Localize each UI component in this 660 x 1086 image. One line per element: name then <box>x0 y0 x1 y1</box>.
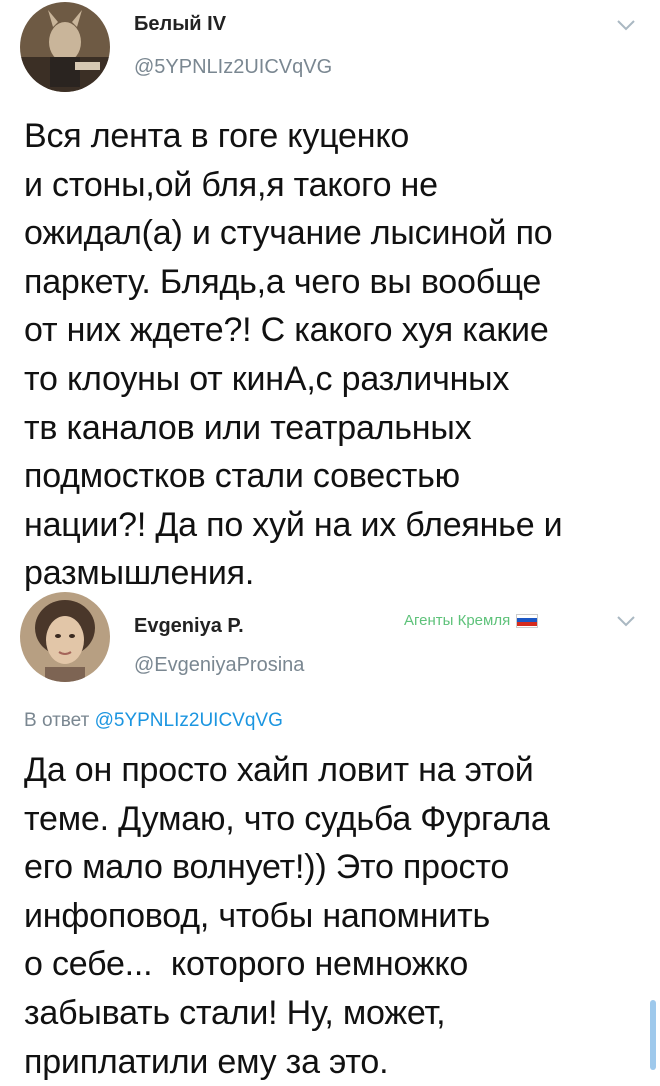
user-handle[interactable]: @EvgeniyaProsina <box>134 654 304 677</box>
tweet-text-line: его мало волнует!)) Это просто <box>24 848 510 887</box>
user-handle[interactable]: @5YPNLIz2UICVqVG <box>134 56 332 79</box>
tweet-text-line: забывать стали! Ну, может, <box>24 993 446 1032</box>
russia-flag-icon <box>516 613 539 628</box>
tweet-original[interactable]: Белый IV @5YPNLIz2UICVqVG Вся лента в го… <box>0 0 660 600</box>
tweet-text: Вся лента в гоге куценко и стоны,ой бля,… <box>24 112 644 598</box>
tweet-text-line: то клоуны от кинА,с различных <box>24 359 510 398</box>
tweet-text-line: тв каналов или театральных <box>24 408 472 447</box>
avatar-image <box>20 2 110 92</box>
tweet-text-line: теме. Думаю, что судьба Фургала <box>24 799 550 838</box>
profile-badge: Агенты Кремля <box>404 612 539 629</box>
tweet-text-line: подмостков стали совестью <box>24 457 460 496</box>
avatar-image <box>20 592 110 682</box>
reply-context: В ответ @5YPNLIz2UICVqVG <box>24 710 283 732</box>
tweet-text-line: Вся лента в гоге куценко <box>24 117 410 155</box>
tweet-text-line: и стоны,ой бля,я такого не <box>24 165 438 204</box>
chevron-down-icon[interactable] <box>614 16 638 34</box>
tweet-text-line: приплатили ему за это. <box>24 1042 389 1081</box>
avatar[interactable] <box>20 592 110 682</box>
display-name[interactable]: Белый IV <box>134 13 226 36</box>
display-name[interactable]: Evgeniya P. <box>134 615 244 638</box>
avatar[interactable] <box>20 2 110 92</box>
reply-to-link[interactable]: @5YPNLIz2UICVqVG <box>95 710 283 731</box>
tweet-text-line: инфоповод, чтобы напомнить <box>24 896 490 935</box>
tweet-reply[interactable]: Evgeniya P. @EvgeniyaProsina Агенты Крем… <box>0 590 660 1081</box>
tweet-text-line: нации?! Да по хуй на их блеянье и <box>24 505 563 544</box>
scrollbar-thumb[interactable] <box>650 1000 656 1070</box>
chevron-down-icon[interactable] <box>614 612 638 630</box>
badge-label: Агенты Кремля <box>404 612 511 629</box>
tweet-text-line: Да он просто хайп ловит на этой <box>24 751 534 789</box>
tweet-text-line: ожидал(а) и стучание лысиной по <box>24 214 553 253</box>
tweet-text-line: паркету. Блядь,а чего вы вообще <box>24 262 542 301</box>
reply-prefix: В ответ <box>24 710 90 731</box>
tweet-text-line: от них ждете?! С какого хуя какие <box>24 311 549 350</box>
tweet-text: Да он просто хайп ловит на этой теме. Ду… <box>24 746 644 1086</box>
tweet-text-line: о себе... которого немножко <box>24 945 469 984</box>
